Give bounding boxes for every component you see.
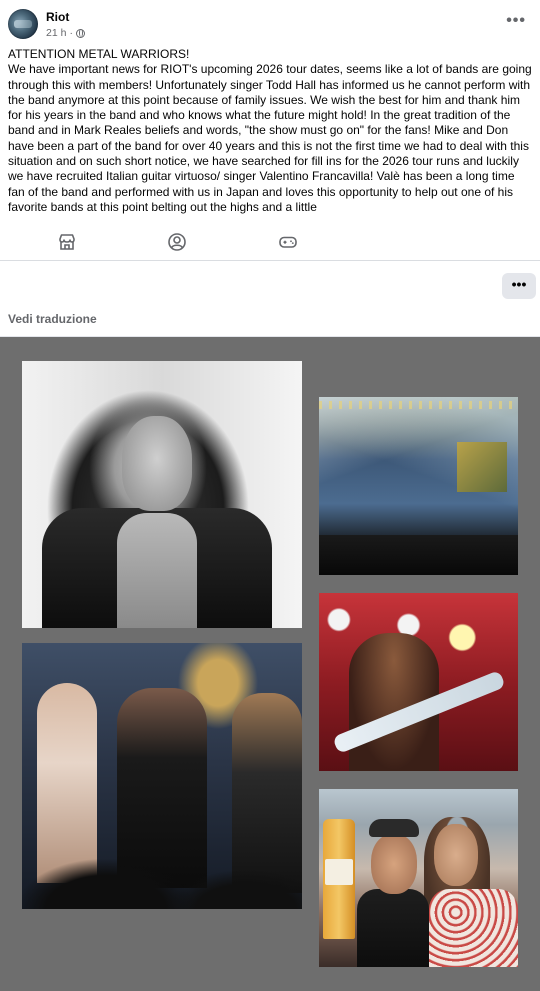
post-header: Riot 21 h · ••• xyxy=(0,0,540,44)
photo-shape xyxy=(371,834,417,894)
page-avatar[interactable] xyxy=(8,9,38,39)
photo-gallery xyxy=(0,337,540,991)
photo-band-live[interactable] xyxy=(22,643,302,909)
photo-shape xyxy=(319,401,518,409)
photo-selfie[interactable] xyxy=(319,789,518,967)
globe-icon xyxy=(75,28,85,38)
store-icon[interactable] xyxy=(57,232,77,252)
photo-shape xyxy=(369,819,419,837)
photo-guitarist-red[interactable] xyxy=(319,593,518,771)
page-name[interactable]: Riot xyxy=(46,10,69,24)
photo-shape xyxy=(22,799,302,909)
more-options-button[interactable]: ••• xyxy=(502,273,536,299)
photo-shape xyxy=(319,535,518,575)
post-time[interactable]: 21 h xyxy=(46,27,66,39)
photo-shape xyxy=(434,824,478,886)
photo-shape xyxy=(122,416,192,511)
post-options-button[interactable]: ••• xyxy=(506,12,526,30)
see-translation-link[interactable]: Vedi traduzione xyxy=(8,312,97,326)
post-meta: 21 h · xyxy=(46,27,85,39)
post-text: ATTENTION METAL WARRIORS! We have import… xyxy=(8,47,534,216)
post-text-line: ATTENTION METAL WARRIORS! xyxy=(8,47,190,61)
photo-shape xyxy=(457,442,507,492)
action-row xyxy=(0,224,540,261)
photo-portrait-bw[interactable] xyxy=(22,361,302,628)
photo-shape xyxy=(429,889,518,967)
gamepad-icon[interactable] xyxy=(278,232,298,252)
photo-shape xyxy=(325,859,353,885)
meta-separator: · xyxy=(69,27,73,39)
post-text-body: We have important news for RIOT's upcomi… xyxy=(8,62,532,214)
photo-concert-stage[interactable] xyxy=(319,397,518,575)
photo-shape xyxy=(357,889,429,967)
photo-shape xyxy=(117,513,197,628)
profile-icon[interactable] xyxy=(167,232,187,252)
